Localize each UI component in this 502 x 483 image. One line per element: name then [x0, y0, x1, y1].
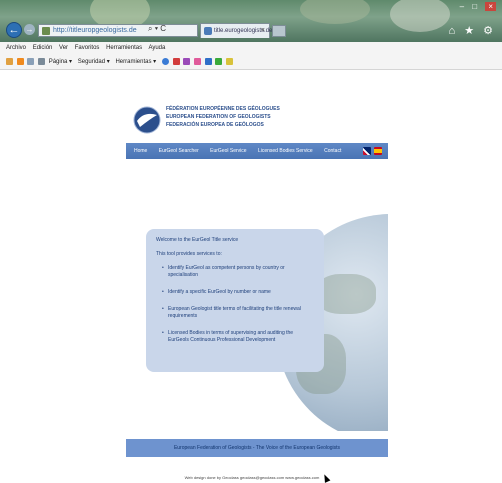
- nav-licensed-bodies[interactable]: Licensed Bodies Service: [258, 148, 313, 154]
- menu-bar: Archivo Edición Ver Favoritos Herramient…: [0, 42, 502, 54]
- logo-text-en: EUROPEAN FEDERATION OF GEOLOGISTS: [166, 114, 271, 120]
- services-list: Identify EurGeol as competent persons by…: [156, 265, 314, 344]
- command-bar: Página ▾ Seguridad ▾ Herramientas ▾: [0, 54, 502, 70]
- footer-band: European Federation of Geologists - The …: [126, 439, 388, 457]
- list-item[interactable]: Identify a specific EurGeol by number or…: [162, 289, 314, 296]
- home-icon[interactable]: [6, 57, 13, 65]
- menu-edicion[interactable]: Edición: [33, 45, 53, 51]
- page-menu[interactable]: Página ▾: [49, 59, 72, 65]
- efg-logo-icon[interactable]: [132, 105, 162, 135]
- window-controls[interactable]: – □ ×: [460, 2, 496, 11]
- tab-favicon-icon: [204, 27, 212, 35]
- nav-contact[interactable]: Contact: [324, 148, 341, 154]
- background-blob: [390, 0, 450, 32]
- spain-flag-icon[interactable]: [374, 147, 382, 155]
- nav-eurgeol-service[interactable]: EurGeol Service: [210, 148, 246, 154]
- menu-ver[interactable]: Ver: [59, 45, 68, 51]
- uk-flag-icon[interactable]: [362, 147, 371, 155]
- feeds-icon[interactable]: [16, 57, 24, 65]
- main-content: Welcome to the EurGeol Title service Thi…: [126, 159, 388, 431]
- print-icon[interactable]: [38, 57, 46, 65]
- credits-text[interactable]: Web design done by Geoclass geoclass@geo…: [185, 475, 320, 480]
- browser-titlebar: ← → http://titleuropgeologists.de ⌕ ▾ C …: [0, 0, 502, 42]
- welcome-panel: Welcome to the EurGeol Title service Thi…: [146, 229, 324, 372]
- background-blob: [300, 0, 370, 24]
- window-close-icon[interactable]: ×: [485, 2, 496, 11]
- tab-close-icon[interactable]: ×: [261, 24, 265, 38]
- addon-purple-icon[interactable]: [183, 57, 191, 65]
- globe-landmass: [316, 274, 376, 314]
- safety-menu[interactable]: Seguridad ▾: [78, 59, 110, 65]
- logo-text-fr: FÉDÉRATION EUROPÉENNE DES GÉOLOGUES: [166, 106, 280, 112]
- list-item[interactable]: Identify EurGeol as competent persons by…: [162, 265, 314, 279]
- addon-yellow-icon[interactable]: [225, 57, 233, 65]
- addon-green-icon[interactable]: [215, 57, 223, 65]
- forward-button[interactable]: →: [24, 24, 35, 35]
- mouse-cursor-icon: [322, 473, 331, 483]
- page-viewport: FÉDÉRATION EUROPÉENNE DES GÉOLOGUES EURO…: [0, 70, 502, 483]
- menu-ayuda[interactable]: Ayuda: [148, 45, 165, 51]
- menu-favoritos[interactable]: Favoritos: [75, 45, 100, 51]
- address-bar[interactable]: http://titleuropgeologists.de: [38, 24, 198, 37]
- back-button[interactable]: ←: [6, 22, 22, 38]
- help-icon[interactable]: [161, 57, 169, 65]
- addon-pink-icon[interactable]: [193, 57, 201, 65]
- intro-text: This tool provides services to:: [156, 251, 222, 257]
- menu-herramientas[interactable]: Herramientas: [106, 45, 142, 51]
- nav-home[interactable]: Home: [134, 148, 147, 154]
- address-tools[interactable]: ⌕ ▾ C: [148, 24, 166, 34]
- site-nav: Home EurGeol Searcher EurGeol Service Li…: [126, 143, 388, 159]
- new-tab-button[interactable]: [272, 25, 286, 37]
- addon-red-icon[interactable]: [172, 57, 180, 65]
- efg-site: FÉDÉRATION EUROPÉENNE DES GÉOLOGUES EURO…: [126, 97, 388, 475]
- site-favicon-icon: [42, 27, 50, 35]
- arrow-left-icon: ←: [8, 24, 20, 36]
- tools-menu[interactable]: Herramientas ▾: [115, 59, 156, 65]
- arrow-right-icon: →: [25, 25, 34, 34]
- address-url: http://titleuropgeologists.de: [53, 27, 137, 34]
- welcome-text: Welcome to the EurGeol Title service: [156, 237, 239, 243]
- logo-text-es: FEDERACIÓN EUROPEA DE GEÓLOGOS: [166, 122, 264, 128]
- menu-archivo[interactable]: Archivo: [6, 45, 26, 51]
- mail-icon[interactable]: [27, 57, 35, 65]
- credits-line: Web design done by Geoclass geoclass@geo…: [126, 473, 388, 483]
- tab-eurogeologists[interactable]: title.eurogeologists.de ×: [200, 23, 272, 38]
- addon-blue-icon[interactable]: [204, 57, 212, 65]
- minimize-maximize-icons[interactable]: – □: [460, 2, 481, 11]
- site-header: FÉDÉRATION EUROPÉENNE DES GÉOLOGUES EURO…: [132, 103, 382, 139]
- nav-eurgeol-searcher[interactable]: EurGeol Searcher: [159, 148, 199, 154]
- home-favorites-settings-icons[interactable]: ⌂ ★ ⚙: [449, 24, 496, 37]
- list-item[interactable]: Licensed Bodies in terms of supervising …: [162, 330, 314, 344]
- list-item[interactable]: European Geologist title terms of facili…: [162, 306, 314, 320]
